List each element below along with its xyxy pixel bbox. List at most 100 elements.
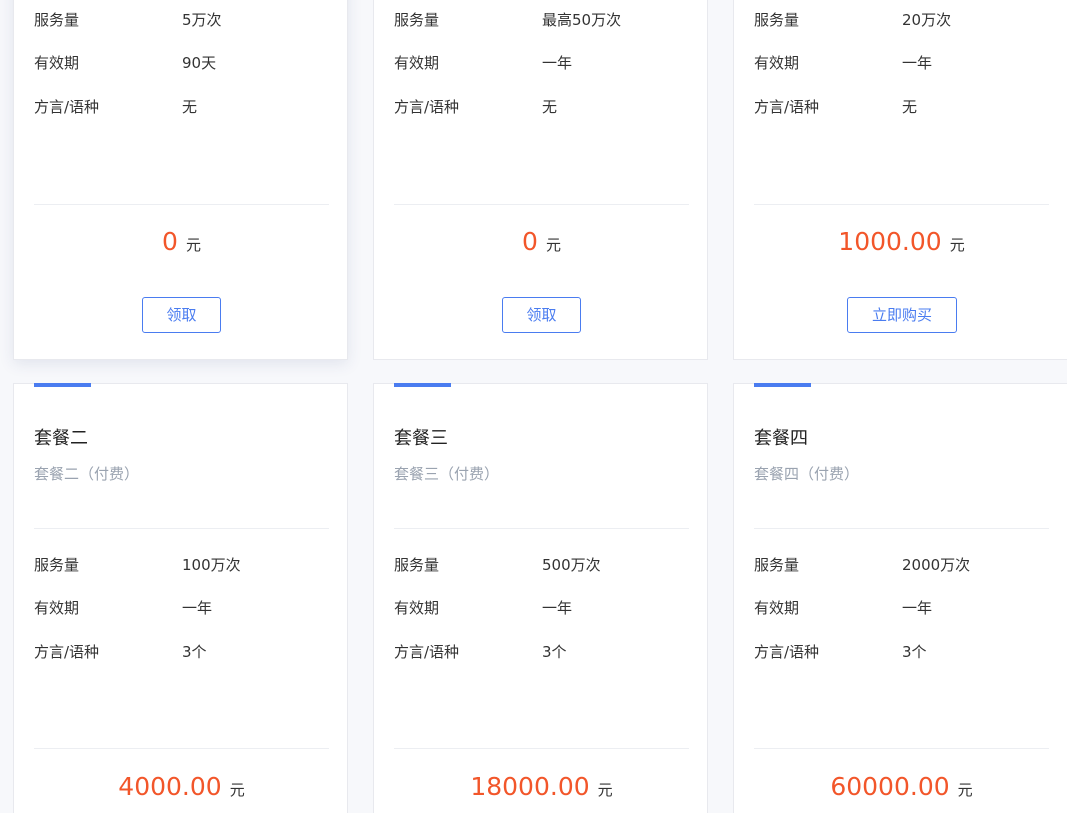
package-subtitle: 套餐三（付费） (394, 465, 500, 483)
spec-value: 一年 (542, 54, 573, 72)
price-amount: 0 (162, 227, 178, 256)
spec-label: 服务量 (34, 556, 80, 574)
spec-value: 一年 (182, 599, 213, 617)
spec-label: 有效期 (754, 54, 800, 72)
spec-label: 服务量 (754, 556, 800, 574)
divider (394, 748, 689, 749)
package-card-plan-3: 套餐三 套餐三（付费） 服务量 500万次 有效期 一年 方言/语种 3个 18… (373, 383, 708, 813)
divider (754, 748, 1049, 749)
price: 0元 (14, 227, 349, 256)
spec-row-service: 服务量 500万次 (394, 554, 689, 576)
spec-row-dialect: 方言/语种 无 (394, 96, 689, 118)
spec-value: 一年 (542, 599, 573, 617)
spec-row-service: 服务量 5万次 (34, 9, 329, 31)
spec-value: 500万次 (542, 556, 601, 574)
divider (394, 528, 689, 529)
spec-row-validity: 有效期 一年 (754, 52, 1049, 74)
spec-label: 方言/语种 (754, 643, 820, 661)
divider (34, 204, 329, 205)
package-subtitle: 套餐四（付费） (754, 465, 860, 483)
divider (34, 528, 329, 529)
spec-row-dialect: 方言/语种 无 (754, 96, 1049, 118)
spec-label: 方言/语种 (34, 643, 100, 661)
spec-label: 有效期 (754, 599, 800, 617)
spec-row-dialect: 方言/语种 3个 (754, 641, 1049, 663)
package-title: 套餐三 (394, 428, 448, 449)
accent-bar (394, 383, 451, 387)
divider (34, 748, 329, 749)
price: 18000.00 元 (374, 772, 709, 801)
spec-row-service: 服务量 最高50万次 (394, 9, 689, 31)
accent-bar (754, 383, 811, 387)
claim-button[interactable]: 领取 (142, 297, 221, 333)
spec-value: 无 (182, 98, 198, 116)
spec-row-dialect: 方言/语种 无 (34, 96, 329, 118)
spec-value: 90天 (182, 54, 217, 72)
price-unit: 元 (957, 781, 973, 799)
price-amount: 1000.00 (838, 227, 942, 256)
price-amount: 18000.00 (470, 772, 590, 801)
spec-value: 一年 (902, 599, 933, 617)
price: 4000.00 元 (14, 772, 349, 801)
package-card-plan-4: 套餐四 套餐四（付费） 服务量 2000万次 有效期 一年 方言/语种 3个 6… (733, 383, 1067, 813)
spec-row-validity: 有效期 一年 (394, 52, 689, 74)
package-subtitle: 套餐二（付费） (34, 465, 140, 483)
price: 0元 (374, 227, 709, 256)
spec-label: 有效期 (34, 599, 80, 617)
accent-bar (34, 383, 91, 387)
spec-value: 最高50万次 (542, 11, 622, 29)
package-title: 套餐二 (34, 428, 88, 449)
spec-label: 服务量 (34, 11, 80, 29)
price-unit: 元 (597, 781, 613, 799)
price: 1000.00 元 (734, 227, 1067, 256)
spec-value: 一年 (902, 54, 933, 72)
price-unit: 元 (949, 236, 965, 254)
package-card-basic: 服务量 20万次 有效期 一年 方言/语种 无 1000.00 元 立即购买 (733, 0, 1067, 360)
divider (754, 528, 1049, 529)
spec-label: 服务量 (754, 11, 800, 29)
spec-value: 3个 (542, 643, 567, 661)
package-card-free-annual: 服务量 最高50万次 有效期 一年 方言/语种 无 0元 领取 (373, 0, 708, 360)
spec-row-validity: 有效期 一年 (394, 597, 689, 619)
spec-value: 2000万次 (902, 556, 971, 574)
spec-value: 无 (542, 98, 558, 116)
spec-label: 方言/语种 (754, 98, 820, 116)
spec-label: 方言/语种 (34, 98, 100, 116)
price-unit: 元 (545, 236, 561, 254)
spec-label: 方言/语种 (394, 98, 460, 116)
price-unit: 元 (185, 236, 201, 254)
spec-row-service: 服务量 20万次 (754, 9, 1049, 31)
price-amount: 0 (522, 227, 538, 256)
spec-row-validity: 有效期 一年 (34, 597, 329, 619)
spec-row-service: 服务量 100万次 (34, 554, 329, 576)
spec-row-validity: 有效期 一年 (754, 597, 1049, 619)
spec-value: 3个 (182, 643, 207, 661)
claim-button[interactable]: 领取 (502, 297, 581, 333)
spec-value: 3个 (902, 643, 927, 661)
spec-label: 方言/语种 (394, 643, 460, 661)
spec-label: 有效期 (34, 54, 80, 72)
spec-label: 服务量 (394, 11, 440, 29)
spec-value: 20万次 (902, 11, 952, 29)
price-amount: 4000.00 (118, 772, 222, 801)
package-title: 套餐四 (754, 428, 808, 449)
price: 60000.00 元 (734, 772, 1067, 801)
spec-row-service: 服务量 2000万次 (754, 554, 1049, 576)
spec-row-dialect: 方言/语种 3个 (394, 641, 689, 663)
package-card-plan-2: 套餐二 套餐二（付费） 服务量 100万次 有效期 一年 方言/语种 3个 40… (13, 383, 348, 813)
divider (754, 204, 1049, 205)
spec-label: 有效期 (394, 54, 440, 72)
spec-label: 服务量 (394, 556, 440, 574)
spec-value: 5万次 (182, 11, 222, 29)
spec-label: 有效期 (394, 599, 440, 617)
price-amount: 60000.00 (830, 772, 950, 801)
buy-now-button[interactable]: 立即购买 (847, 297, 957, 333)
price-unit: 元 (229, 781, 245, 799)
spec-row-dialect: 方言/语种 3个 (34, 641, 329, 663)
spec-row-validity: 有效期 90天 (34, 52, 329, 74)
package-card-free-trial: 服务量 5万次 有效期 90天 方言/语种 无 0元 领取 (13, 0, 348, 360)
package-list: 服务量 5万次 有效期 90天 方言/语种 无 0元 领取 服务量 最高50万次… (0, 0, 1067, 813)
spec-value: 100万次 (182, 556, 241, 574)
divider (394, 204, 689, 205)
spec-value: 无 (902, 98, 918, 116)
